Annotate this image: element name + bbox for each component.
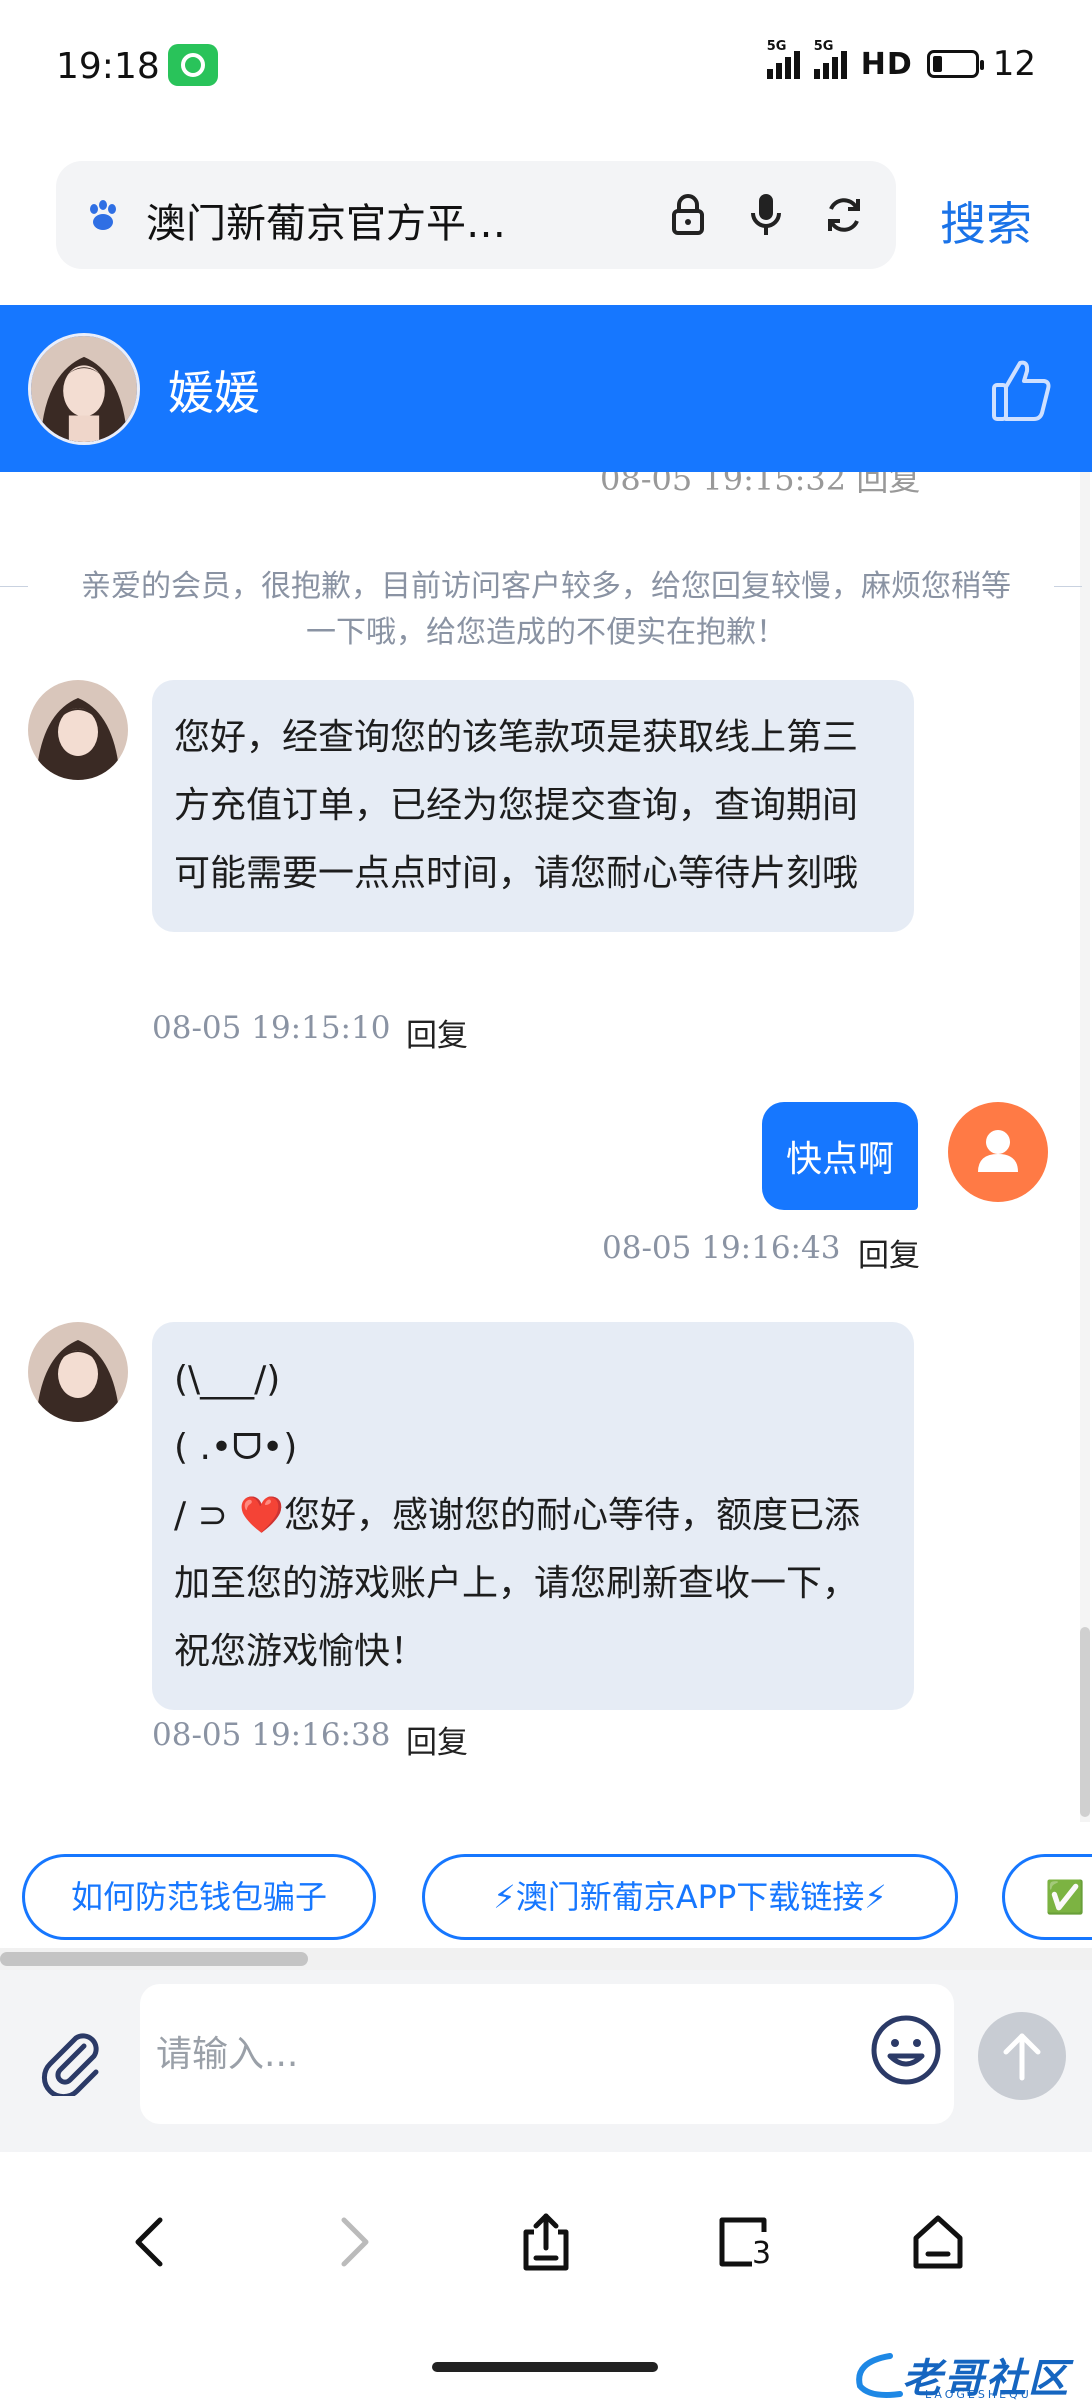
signal-label: 5G (766, 39, 787, 54)
paperclip-icon[interactable] (34, 2024, 106, 2096)
back-icon[interactable] (120, 2210, 184, 2274)
signal-label-2: 5G (813, 39, 834, 54)
clipped-meta: 08-05 19:15:32 回复 (600, 472, 921, 498)
search-button[interactable]: 搜索 (940, 188, 1032, 254)
lock-icon[interactable] (668, 193, 708, 237)
horizontal-scrollbar[interactable] (0, 1948, 1092, 1970)
message-input[interactable] (140, 1984, 954, 2124)
hd-indicator: HD (860, 46, 913, 82)
agent-avatar-small[interactable] (28, 680, 128, 780)
status-indicators: 5G 5G HD 12 (766, 39, 1036, 84)
status-time: 19:18 (56, 46, 160, 87)
scrollbar-thumb[interactable] (1080, 1627, 1090, 1817)
system-notice: 亲爱的会员，很抱歉，目前访问客户较多，给您回复较慢，麻烦您稍等一下哦，给您造成的… (81, 569, 1011, 650)
app-notification-icon (168, 44, 218, 86)
user-message-bubble: 快点啊 (762, 1102, 919, 1210)
share-icon[interactable] (514, 2210, 578, 2274)
quick-reply-chip[interactable]: ✅ (1002, 1854, 1092, 1940)
battery-level: 12 (992, 44, 1036, 84)
thumbs-up-icon[interactable] (990, 357, 1052, 423)
message-line: / ⊃ ❤️您好，感谢您的耐心等待，额度已添加至您的游戏账户上，请您刷新查收一下… (174, 1482, 892, 1686)
user-icon (978, 1130, 1018, 1172)
message-line: ( .•ᗜ•) (174, 1427, 298, 1468)
reply-button[interactable]: 回复 (406, 1717, 468, 1762)
agent-message-bubble: 您好，经查询您的该笔款项是获取线上第三方充值订单，已经为您提交查询，查询期间可能… (152, 680, 914, 932)
send-button[interactable] (978, 2012, 1066, 2100)
home-icon[interactable] (906, 2210, 970, 2274)
battery-icon (926, 50, 984, 78)
signal-icon-2: 5G (813, 39, 847, 79)
quick-reply-bar[interactable]: 如何防范钱包骗子 ⚡澳门新葡京APP下载链接⚡ ✅ (0, 1822, 1092, 1948)
quick-reply-chip[interactable]: ⚡澳门新葡京APP下载链接⚡ (422, 1854, 958, 1940)
message-timestamp: 08-05 19:16:43 (602, 1230, 841, 1266)
agent-avatar[interactable] (28, 333, 140, 445)
heart-icon: ❤️ (239, 1495, 285, 1536)
paw-icon (90, 200, 116, 230)
watermark-subtext: LAOGESHEQU (925, 2388, 1032, 2401)
mic-icon[interactable] (746, 191, 786, 239)
tabs-button[interactable]: 3 (712, 2210, 776, 2274)
address-bar[interactable]: 澳门新葡京官方平… (56, 161, 896, 269)
reply-button[interactable]: 回复 (406, 1010, 468, 1055)
message-timestamp: 08-05 19:15:10 (152, 1010, 391, 1046)
reply-button[interactable]: 回复 (858, 1230, 920, 1275)
message-list[interactable]: 08-05 19:15:32 回复 亲爱的会员，很抱歉，目前访问客户较多，给您回… (0, 472, 1092, 1822)
agent-message-bubble: (\___/) ( .•ᗜ•) / ⊃ ❤️您好，感谢您的耐心等待，额度已添加至… (152, 1322, 914, 1710)
quick-reply-chip[interactable]: 如何防范钱包骗子 (22, 1854, 376, 1940)
url-title[interactable]: 澳门新葡京官方平… (146, 191, 506, 249)
agent-avatar-small[interactable] (28, 1322, 128, 1422)
message-timestamp: 08-05 19:16:38 (152, 1717, 391, 1753)
message-fragment: / ⊃ (174, 1495, 240, 1536)
home-indicator[interactable] (432, 2362, 658, 2372)
forward-icon[interactable] (320, 2210, 384, 2274)
arrow-up-icon (1003, 2033, 1041, 2081)
scrollbar-track[interactable] (1080, 472, 1090, 1822)
tabs-count: 3 (752, 2236, 772, 2271)
emoji-icon[interactable] (870, 2014, 942, 2086)
horizontal-scrollbar-thumb[interactable] (0, 1952, 308, 1966)
agent-name: 媛媛 (168, 366, 260, 420)
signal-icon: 5G (766, 39, 800, 79)
composer (0, 1970, 1092, 2152)
message-line: (\___/) (174, 1359, 281, 1400)
user-avatar[interactable] (948, 1102, 1048, 1202)
refresh-icon[interactable] (822, 193, 866, 237)
status-bar: 19:18 5G 5G HD 12 (0, 0, 1092, 135)
chat-header: 媛媛 (0, 305, 1092, 472)
